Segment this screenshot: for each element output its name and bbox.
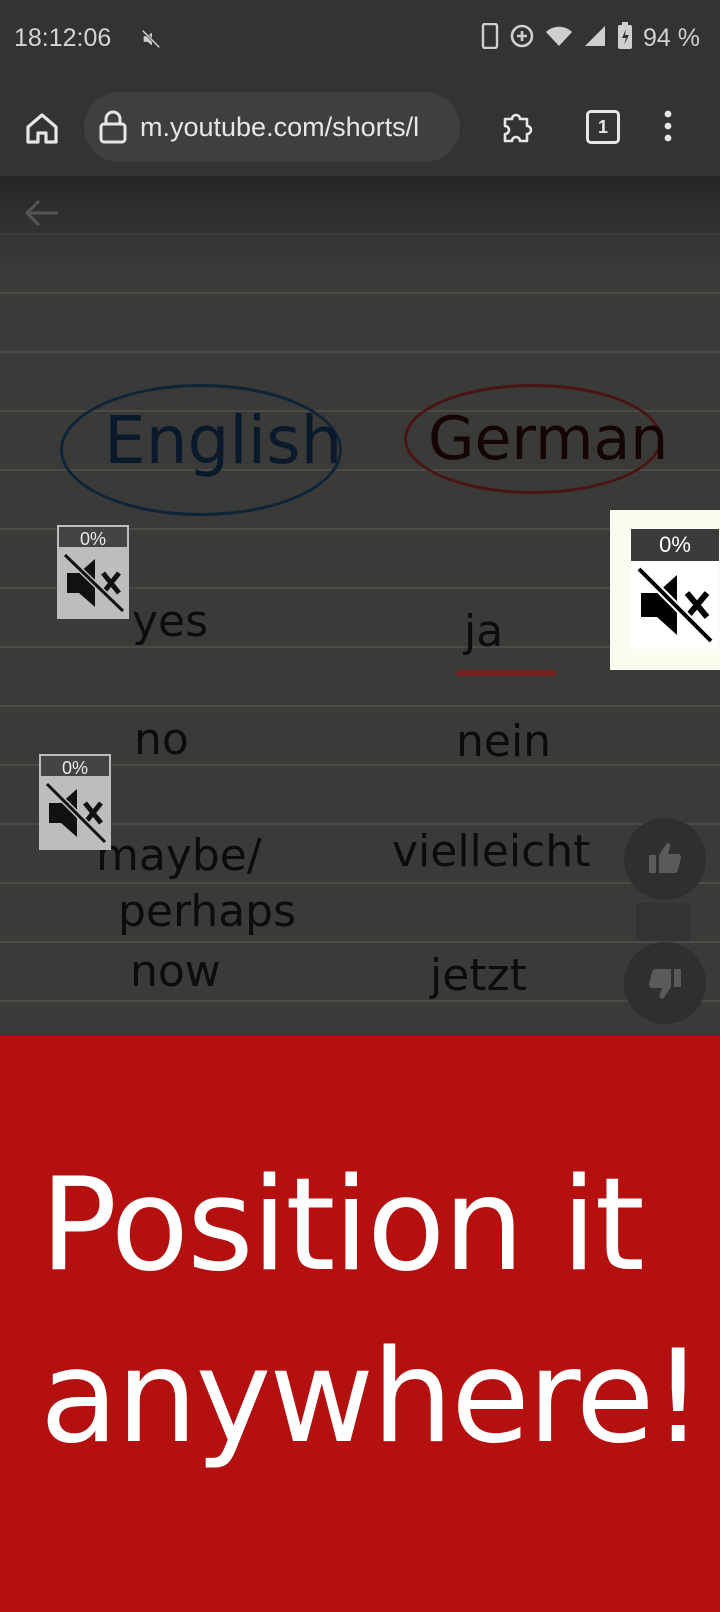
muted-speaker-icon xyxy=(631,566,719,653)
url-text: m.youtube.com/shorts/l xyxy=(140,112,420,142)
status-icons: 94 % xyxy=(481,22,700,55)
lock-icon xyxy=(98,110,128,149)
volume-badge-1[interactable]: 0% xyxy=(57,525,129,619)
status-time: 18:12:06 xyxy=(14,24,112,52)
like-button[interactable] xyxy=(624,818,706,900)
tab-switcher-button[interactable]: 1 xyxy=(586,110,620,144)
promo-line-2: anywhere! xyxy=(40,1323,704,1472)
battery-icon xyxy=(617,22,633,55)
word-de-ja: ja xyxy=(464,606,504,657)
promo-line-1: Position it xyxy=(40,1151,645,1300)
status-bar: 18:12:06 94 % xyxy=(0,0,720,80)
word-en-yes: yes xyxy=(132,596,209,647)
word-de-vielleicht: vielleicht xyxy=(392,826,591,877)
word-en-maybe: maybe/ xyxy=(96,830,262,881)
extensions-button[interactable] xyxy=(498,108,534,149)
dislike-button[interactable] xyxy=(624,942,706,1024)
promo-text: Position it anywhere! xyxy=(40,1140,704,1484)
like-count xyxy=(636,903,690,941)
data-saver-icon xyxy=(509,23,535,54)
header-english: English xyxy=(104,402,343,479)
volume-badge-3[interactable]: 0% xyxy=(610,510,720,670)
home-button[interactable] xyxy=(22,108,62,148)
volume-percent: 0% xyxy=(631,529,719,561)
promo-banner: Position it anywhere! xyxy=(0,1036,720,1612)
back-arrow-icon[interactable] xyxy=(24,198,60,233)
header-german: German xyxy=(428,404,669,474)
word-de-nein: nein xyxy=(456,716,552,767)
phone-icon xyxy=(481,22,499,54)
volume-badge-2[interactable]: 0% xyxy=(39,754,111,850)
word-de-jetzt: jetzt xyxy=(430,950,527,1001)
address-bar[interactable]: m.youtube.com/shorts/l xyxy=(84,92,460,162)
word-en-perhaps: perhaps xyxy=(118,886,297,937)
muted-speaker-icon xyxy=(57,552,129,621)
thumbs-up-icon xyxy=(647,840,683,881)
menu-button[interactable] xyxy=(662,110,674,147)
battery-percent: 94 % xyxy=(643,24,700,52)
word-en-no: no xyxy=(134,714,189,765)
muted-speaker-icon xyxy=(39,781,111,852)
wifi-icon xyxy=(545,24,573,53)
word-en-now: now xyxy=(130,946,221,997)
browser-toolbar: m.youtube.com/shorts/l 1 xyxy=(0,80,720,176)
signal-icon xyxy=(583,24,607,53)
ja-underline xyxy=(456,670,556,676)
volume-percent: 0% xyxy=(39,754,111,778)
volume-percent: 0% xyxy=(57,525,129,549)
thumbs-down-icon xyxy=(647,966,683,1007)
mute-icon xyxy=(140,28,162,55)
